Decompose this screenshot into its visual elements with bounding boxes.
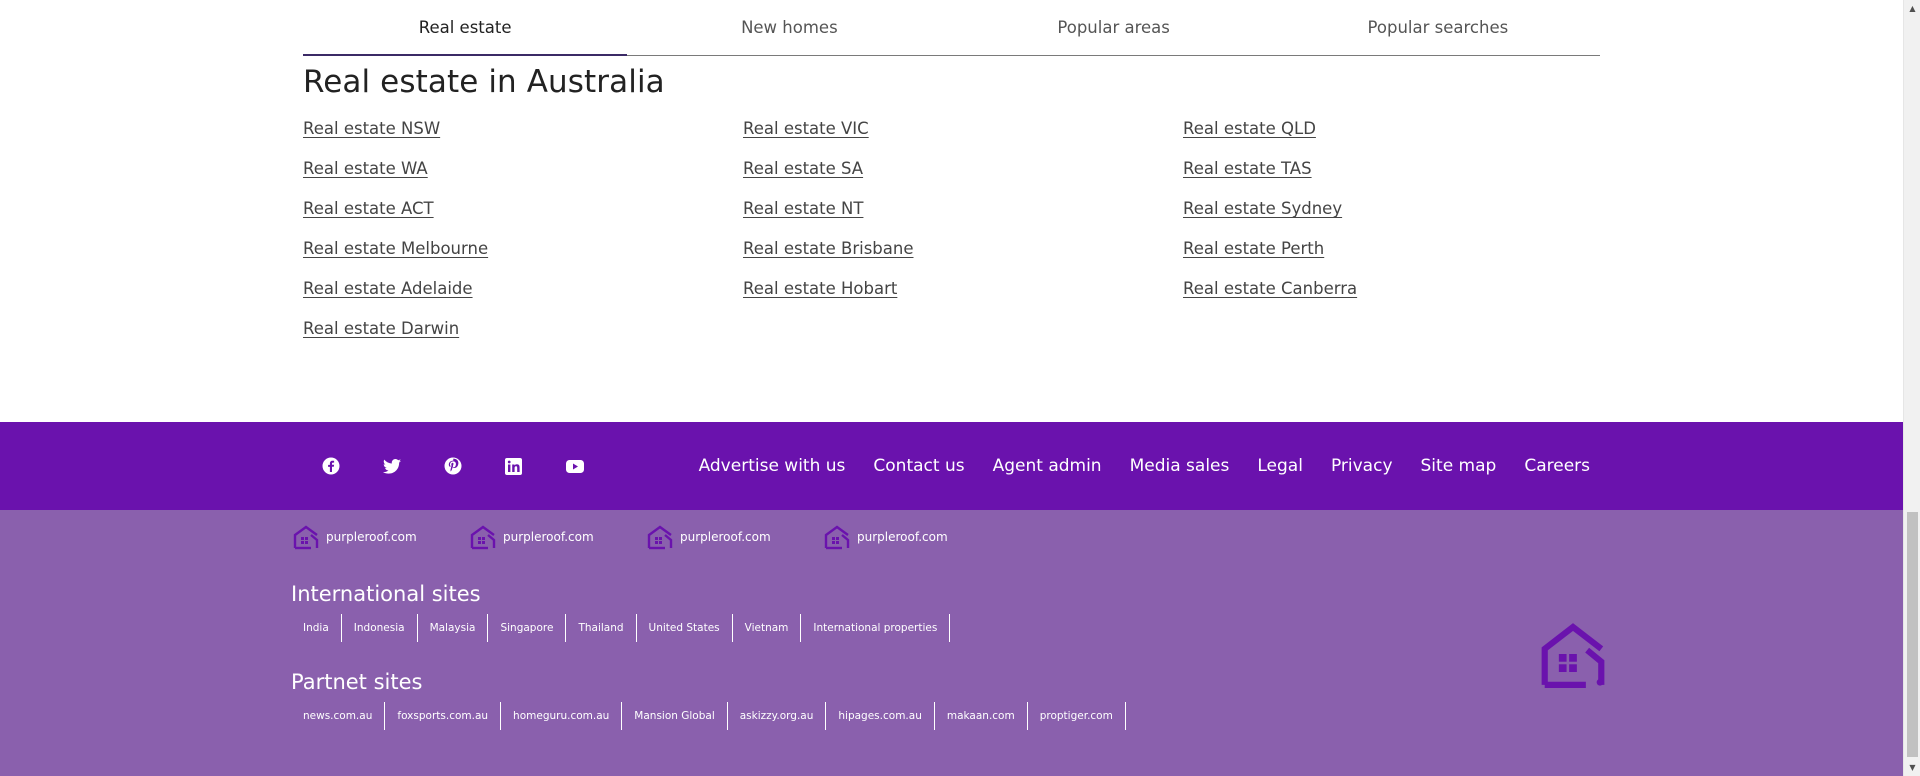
tab-bar: Real estate New homes Popular areas Popu… bbox=[303, 0, 1600, 56]
brand-item[interactable]: purpleroof.com bbox=[292, 524, 469, 550]
partner-link-hipages[interactable]: hipages.com.au bbox=[826, 702, 935, 730]
tab-real-estate[interactable]: Real estate bbox=[303, 0, 628, 56]
brand-label: purpleroof.com bbox=[857, 530, 948, 544]
youtube-icon[interactable] bbox=[544, 422, 605, 510]
tab-new-homes[interactable]: New homes bbox=[627, 0, 951, 55]
vertical-scrollbar[interactable]: ▲ ▼ bbox=[1903, 0, 1920, 776]
page-viewport: Real estate New homes Popular areas Popu… bbox=[0, 0, 1903, 776]
link-real-estate-canberra[interactable]: Real estate Canberra bbox=[1183, 276, 1600, 316]
link-advertise[interactable]: Advertise with us bbox=[699, 456, 846, 476]
footer-links: Advertise with us Contact us Agent admin… bbox=[699, 422, 1590, 510]
site-link-malaysia[interactable]: Malaysia bbox=[418, 614, 489, 642]
link-real-estate-melbourne[interactable]: Real estate Melbourne bbox=[303, 236, 743, 276]
house-logo-icon bbox=[824, 525, 850, 550]
scroll-down-arrow-icon[interactable]: ▼ bbox=[1904, 759, 1920, 776]
link-careers[interactable]: Careers bbox=[1524, 456, 1590, 476]
link-real-estate-sa[interactable]: Real estate SA bbox=[743, 156, 1183, 196]
linkedin-icon[interactable] bbox=[483, 422, 544, 510]
site-link-thailand[interactable]: Thailand bbox=[566, 614, 637, 642]
site-link-indonesia[interactable]: Indonesia bbox=[342, 614, 418, 642]
partner-link-news[interactable]: news.com.au bbox=[291, 702, 386, 730]
partner-link-askizzy[interactable]: askizzy.org.au bbox=[728, 702, 827, 730]
house-logo-icon bbox=[470, 525, 496, 550]
partner-sites-heading: Partnet sites bbox=[291, 670, 423, 694]
brand-label: purpleroof.com bbox=[680, 530, 771, 544]
partner-link-mansion-global[interactable]: Mansion Global bbox=[622, 702, 728, 730]
social-links bbox=[300, 422, 605, 510]
partner-link-foxsports[interactable]: foxsports.com.au bbox=[385, 702, 502, 730]
link-real-estate-act[interactable]: Real estate ACT bbox=[303, 196, 743, 236]
facebook-icon[interactable] bbox=[300, 422, 361, 510]
site-link-united-states[interactable]: United States bbox=[637, 614, 733, 642]
brand-list: purpleroof.com purpleroof.com purpleroof… bbox=[292, 524, 1000, 550]
partner-link-homeguru[interactable]: homeguru.com.au bbox=[501, 702, 623, 730]
real-estate-links: Real estate NSW Real estate VIC Real est… bbox=[303, 116, 1600, 356]
link-real-estate-tas[interactable]: Real estate TAS bbox=[1183, 156, 1600, 196]
link-legal[interactable]: Legal bbox=[1257, 456, 1303, 476]
footer-sites: purpleroof.com purpleroof.com purpleroof… bbox=[0, 510, 1903, 776]
link-real-estate-wa[interactable]: Real estate WA bbox=[303, 156, 743, 196]
link-privacy[interactable]: Privacy bbox=[1331, 456, 1393, 476]
house-logo-icon bbox=[647, 525, 673, 550]
link-real-estate-sydney[interactable]: Real estate Sydney bbox=[1183, 196, 1600, 236]
link-real-estate-nsw[interactable]: Real estate NSW bbox=[303, 116, 743, 156]
brand-item[interactable]: purpleroof.com bbox=[823, 524, 1000, 550]
partner-link-proptiger[interactable]: proptiger.com bbox=[1028, 702, 1126, 730]
tab-popular-searches[interactable]: Popular searches bbox=[1276, 0, 1600, 55]
link-agent-admin[interactable]: Agent admin bbox=[993, 456, 1102, 476]
link-real-estate-darwin[interactable]: Real estate Darwin bbox=[303, 316, 743, 356]
house-logo-icon bbox=[1541, 623, 1605, 688]
scrollbar-thumb[interactable] bbox=[1907, 512, 1918, 757]
twitter-icon[interactable] bbox=[361, 422, 422, 510]
link-real-estate-nt[interactable]: Real estate NT bbox=[743, 196, 1183, 236]
link-site-map[interactable]: Site map bbox=[1421, 456, 1497, 476]
partner-link-makaan[interactable]: makaan.com bbox=[935, 702, 1028, 730]
scroll-up-arrow-icon[interactable]: ▲ bbox=[1904, 0, 1920, 17]
international-sites-heading: International sites bbox=[291, 582, 481, 606]
tab-popular-areas[interactable]: Popular areas bbox=[952, 0, 1276, 55]
link-real-estate-vic[interactable]: Real estate VIC bbox=[743, 116, 1183, 156]
pinterest-icon[interactable] bbox=[422, 422, 483, 510]
brand-item[interactable]: purpleroof.com bbox=[646, 524, 823, 550]
house-logo-icon bbox=[293, 525, 319, 550]
brand-item[interactable]: purpleroof.com bbox=[469, 524, 646, 550]
link-contact[interactable]: Contact us bbox=[873, 456, 964, 476]
link-real-estate-brisbane[interactable]: Real estate Brisbane bbox=[743, 236, 1183, 276]
site-link-singapore[interactable]: Singapore bbox=[488, 614, 567, 642]
link-real-estate-qld[interactable]: Real estate QLD bbox=[1183, 116, 1600, 156]
link-real-estate-hobart[interactable]: Real estate Hobart bbox=[743, 276, 1183, 316]
brand-label: purpleroof.com bbox=[503, 530, 594, 544]
section-title: Real estate in Australia bbox=[303, 64, 665, 100]
brand-label: purpleroof.com bbox=[326, 530, 417, 544]
site-link-international-properties[interactable]: International properties bbox=[801, 614, 951, 642]
site-link-vietnam[interactable]: Vietnam bbox=[733, 614, 802, 642]
link-media-sales[interactable]: Media sales bbox=[1130, 456, 1230, 476]
link-real-estate-perth[interactable]: Real estate Perth bbox=[1183, 236, 1600, 276]
partner-sites-list: news.com.au foxsports.com.au homeguru.co… bbox=[291, 702, 1126, 730]
footer-nav-bar: Advertise with us Contact us Agent admin… bbox=[0, 422, 1903, 510]
link-real-estate-adelaide[interactable]: Real estate Adelaide bbox=[303, 276, 743, 316]
international-sites-list: India Indonesia Malaysia Singapore Thail… bbox=[291, 614, 951, 642]
site-link-india[interactable]: India bbox=[291, 614, 342, 642]
